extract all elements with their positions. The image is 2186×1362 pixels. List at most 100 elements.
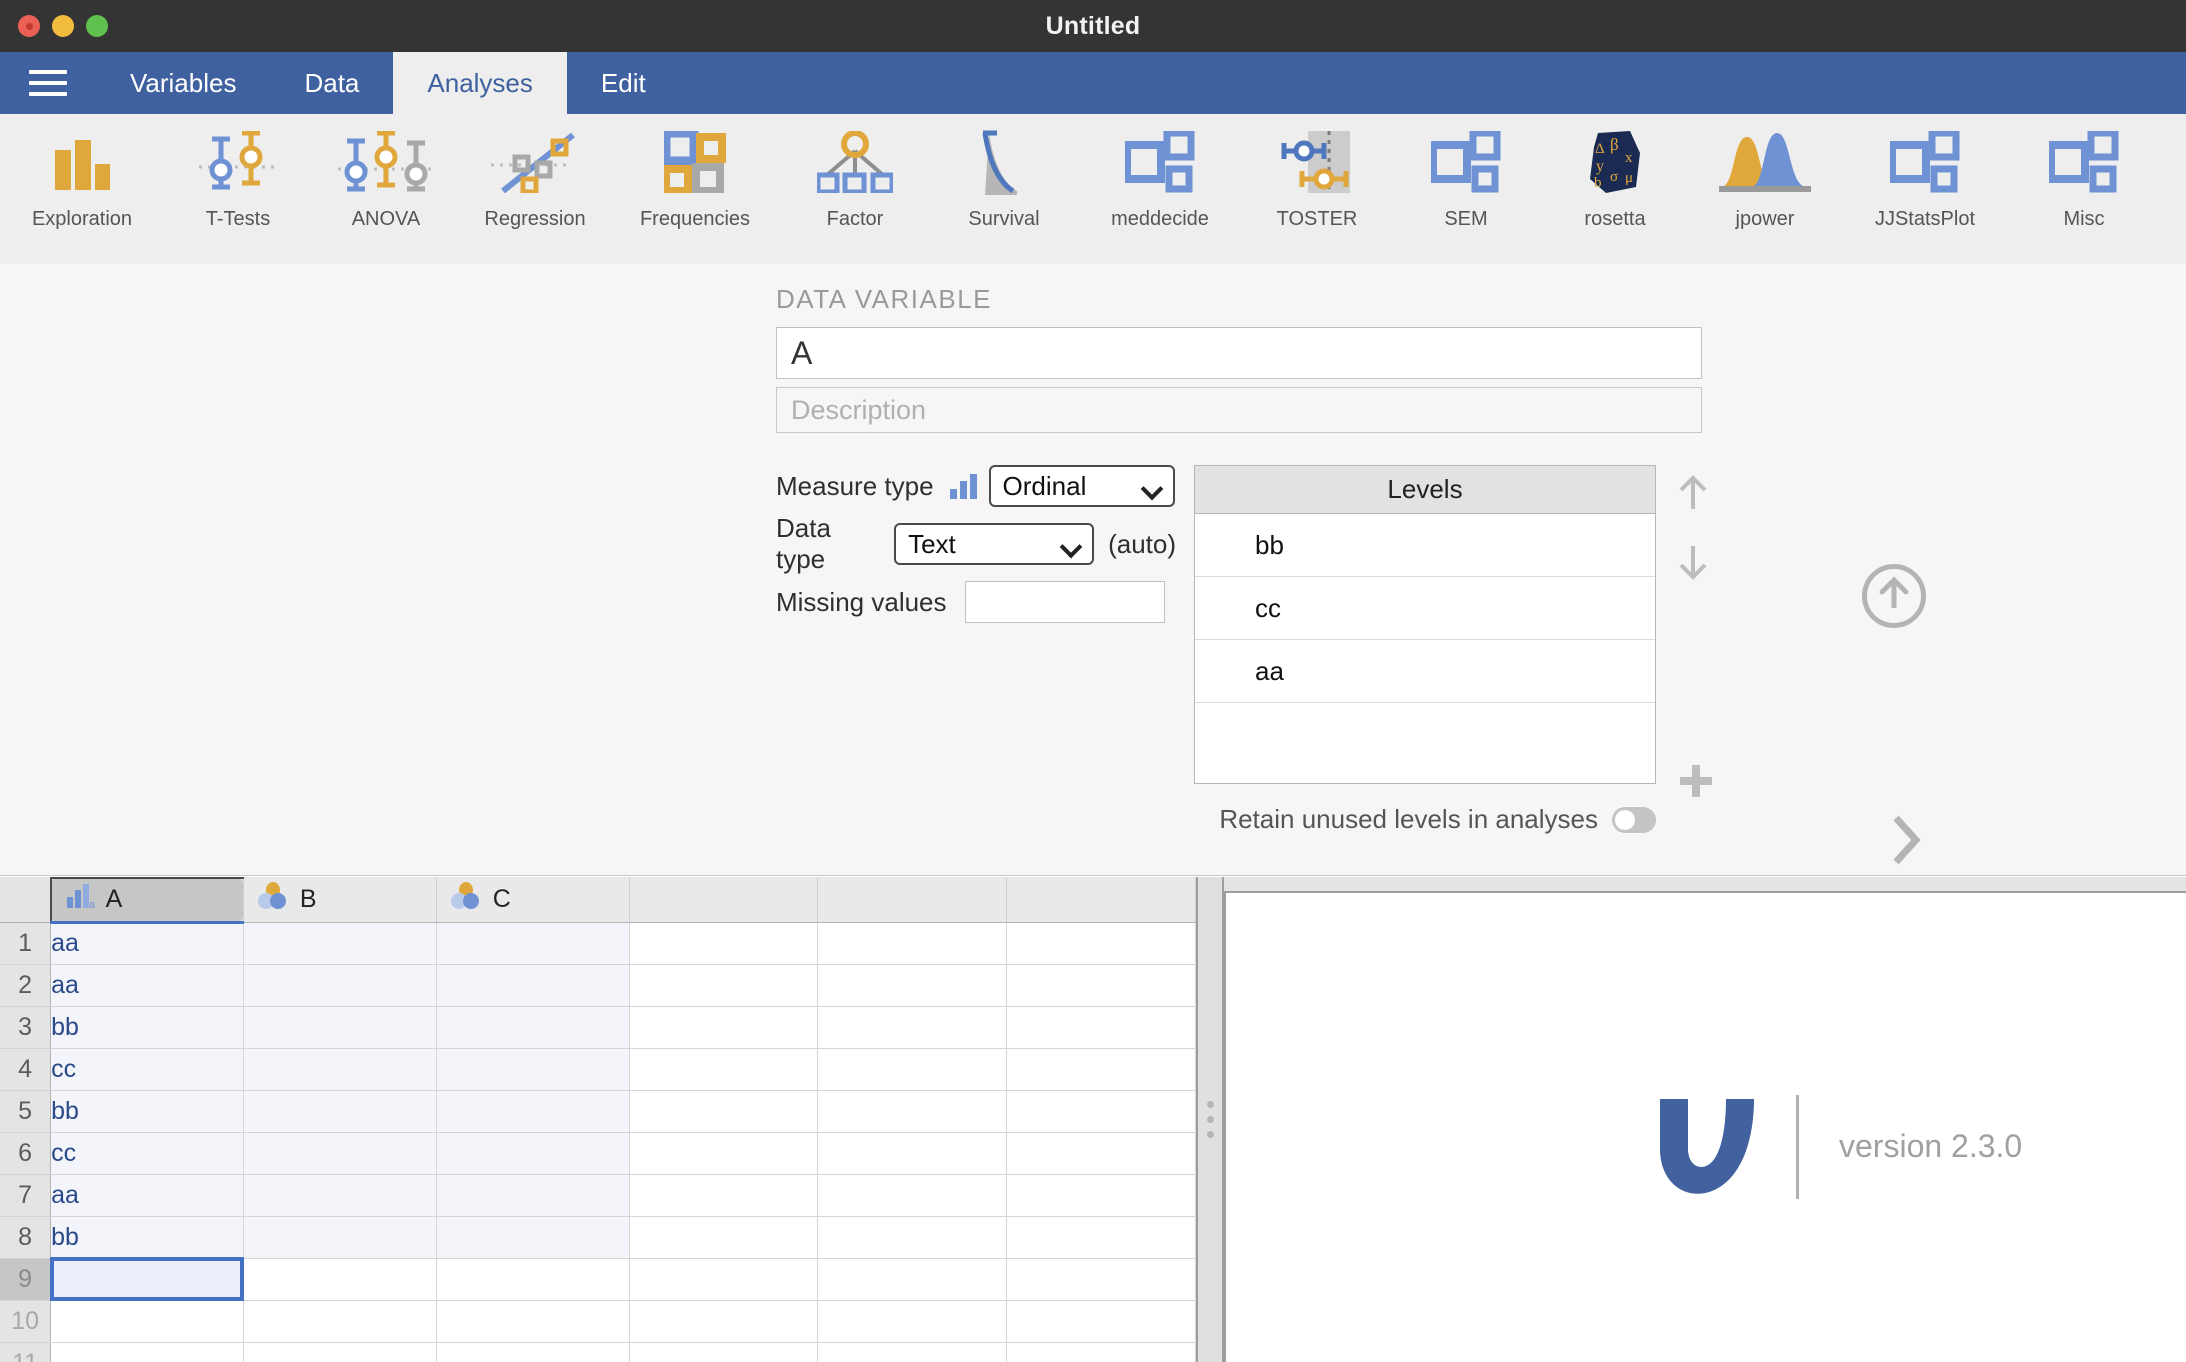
row-header[interactable]: 6 (0, 1132, 52, 1175)
row-header[interactable]: 9 (0, 1258, 52, 1301)
cell-f6[interactable] (1006, 1132, 1196, 1175)
data-type-select[interactable]: Text (894, 523, 1095, 565)
cell-f11[interactable] (1006, 1342, 1196, 1362)
cell-e7[interactable] (817, 1174, 1008, 1217)
column-header-empty[interactable] (629, 878, 819, 923)
table-row[interactable]: 7 aa (0, 1174, 1196, 1217)
levels-empty-area[interactable] (1195, 703, 1655, 783)
ribbon-button-rosetta[interactable]: Δ β x y σ μ b rosetta (1540, 114, 1690, 231)
row-header[interactable]: 2 (0, 964, 52, 1007)
row-header[interactable]: 7 (0, 1174, 52, 1217)
arrow-down-icon[interactable] (1676, 542, 1716, 587)
cell-b9[interactable] (243, 1258, 437, 1301)
cell-a5[interactable]: bb (50, 1090, 244, 1133)
tab-data[interactable]: Data (270, 52, 393, 114)
cell-c8[interactable] (436, 1216, 630, 1259)
arrow-up-icon[interactable] (1676, 473, 1716, 518)
cell-b3[interactable] (243, 1006, 437, 1049)
ribbon-button-survival[interactable]: Survival (930, 114, 1078, 231)
table-row[interactable]: 3 bb (0, 1006, 1196, 1049)
cell-b11[interactable] (243, 1342, 437, 1362)
cell-b10[interactable] (243, 1300, 437, 1343)
cell-e8[interactable] (817, 1216, 1008, 1259)
column-header-c[interactable]: C (436, 878, 630, 923)
cell-a7[interactable]: aa (50, 1174, 244, 1217)
ribbon-button-t-tests[interactable]: T-Tests (164, 114, 312, 231)
cell-c7[interactable] (436, 1174, 630, 1217)
cell-e1[interactable] (817, 922, 1008, 965)
cell-a4[interactable]: cc (50, 1048, 244, 1091)
column-header-b[interactable]: B (243, 878, 437, 923)
cell-e11[interactable] (817, 1342, 1008, 1362)
cell-d10[interactable] (629, 1300, 819, 1343)
cell-b6[interactable] (243, 1132, 437, 1175)
cell-c11[interactable] (436, 1342, 630, 1362)
cell-e6[interactable] (817, 1132, 1008, 1175)
cell-f9[interactable] (1006, 1258, 1196, 1301)
cell-a10[interactable] (50, 1300, 244, 1343)
table-row[interactable]: 10 (0, 1300, 1196, 1343)
cell-a9[interactable] (49, 1257, 245, 1301)
row-header[interactable]: 10 (0, 1300, 52, 1343)
tab-variables[interactable]: Variables (96, 52, 270, 114)
results-panel[interactable]: version 2.3.0 (1224, 891, 2186, 1362)
cell-d4[interactable] (629, 1048, 819, 1091)
panel-splitter[interactable] (1196, 877, 1224, 1362)
cell-f5[interactable] (1006, 1090, 1196, 1133)
cell-a3[interactable]: bb (50, 1006, 244, 1049)
row-header[interactable]: 11 (0, 1342, 52, 1362)
cell-f7[interactable] (1006, 1174, 1196, 1217)
cell-e9[interactable] (817, 1258, 1008, 1301)
ribbon-button-frequencies[interactable]: Frequencies (610, 114, 780, 231)
ribbon-button-meddecide[interactable]: meddecide (1078, 114, 1242, 231)
row-header[interactable]: 1 (0, 922, 52, 965)
cell-a6[interactable]: cc (50, 1132, 244, 1175)
cell-d11[interactable] (629, 1342, 819, 1362)
cell-c5[interactable] (436, 1090, 630, 1133)
cell-a1[interactable]: aa (50, 922, 244, 965)
cell-f4[interactable] (1006, 1048, 1196, 1091)
data-spreadsheet[interactable]: a A B C 1 aa 2 aa 3 bb 4 cc 5 bb 6 cc 7 … (0, 877, 1196, 1362)
cell-d5[interactable] (629, 1090, 819, 1133)
ribbon-button-jpower[interactable]: jpower (1690, 114, 1840, 231)
ribbon-button-jjstatsplot[interactable]: JJStatsPlot (1840, 114, 2010, 231)
ribbon-button-exploration[interactable]: Exploration (0, 114, 164, 231)
cell-e3[interactable] (817, 1006, 1008, 1049)
tab-analyses[interactable]: Analyses (393, 52, 567, 114)
table-row[interactable]: 2 aa (0, 964, 1196, 1007)
row-header[interactable]: 5 (0, 1090, 52, 1133)
cell-d8[interactable] (629, 1216, 819, 1259)
menu-icon[interactable] (0, 52, 96, 114)
table-row[interactable]: 5 bb (0, 1090, 1196, 1133)
row-header[interactable]: 3 (0, 1006, 52, 1049)
ribbon-button-toster[interactable]: TOSTER (1242, 114, 1392, 231)
next-variable-button[interactable] (1890, 814, 1922, 871)
tab-edit[interactable]: Edit (567, 52, 680, 114)
cell-c3[interactable] (436, 1006, 630, 1049)
cell-d3[interactable] (629, 1006, 819, 1049)
cell-f1[interactable] (1006, 922, 1196, 965)
cell-b4[interactable] (243, 1048, 437, 1091)
table-row[interactable]: 1 aa (0, 922, 1196, 965)
cell-a8[interactable]: bb (50, 1216, 244, 1259)
cell-f8[interactable] (1006, 1216, 1196, 1259)
levels-list[interactable]: Levels bb cc aa (1194, 465, 1656, 784)
cell-b8[interactable] (243, 1216, 437, 1259)
cell-e5[interactable] (817, 1090, 1008, 1133)
cell-f2[interactable] (1006, 964, 1196, 1007)
grid-corner[interactable] (0, 878, 51, 923)
cell-f3[interactable] (1006, 1006, 1196, 1049)
row-header[interactable]: 8 (0, 1216, 52, 1259)
variable-description-input[interactable]: Description (776, 387, 1702, 433)
ribbon-button-r[interactable]: R R (2158, 114, 2186, 231)
level-item[interactable]: cc (1195, 577, 1655, 640)
cell-c6[interactable] (436, 1132, 630, 1175)
cell-e4[interactable] (817, 1048, 1008, 1091)
table-row[interactable]: 11 (0, 1342, 1196, 1362)
cell-d2[interactable] (629, 964, 819, 1007)
cell-c1[interactable] (436, 922, 630, 965)
cell-d1[interactable] (629, 922, 819, 965)
ribbon-button-sem[interactable]: SEM (1392, 114, 1540, 231)
cell-a2[interactable]: aa (50, 964, 244, 1007)
table-row[interactable]: 9 (0, 1257, 1196, 1301)
